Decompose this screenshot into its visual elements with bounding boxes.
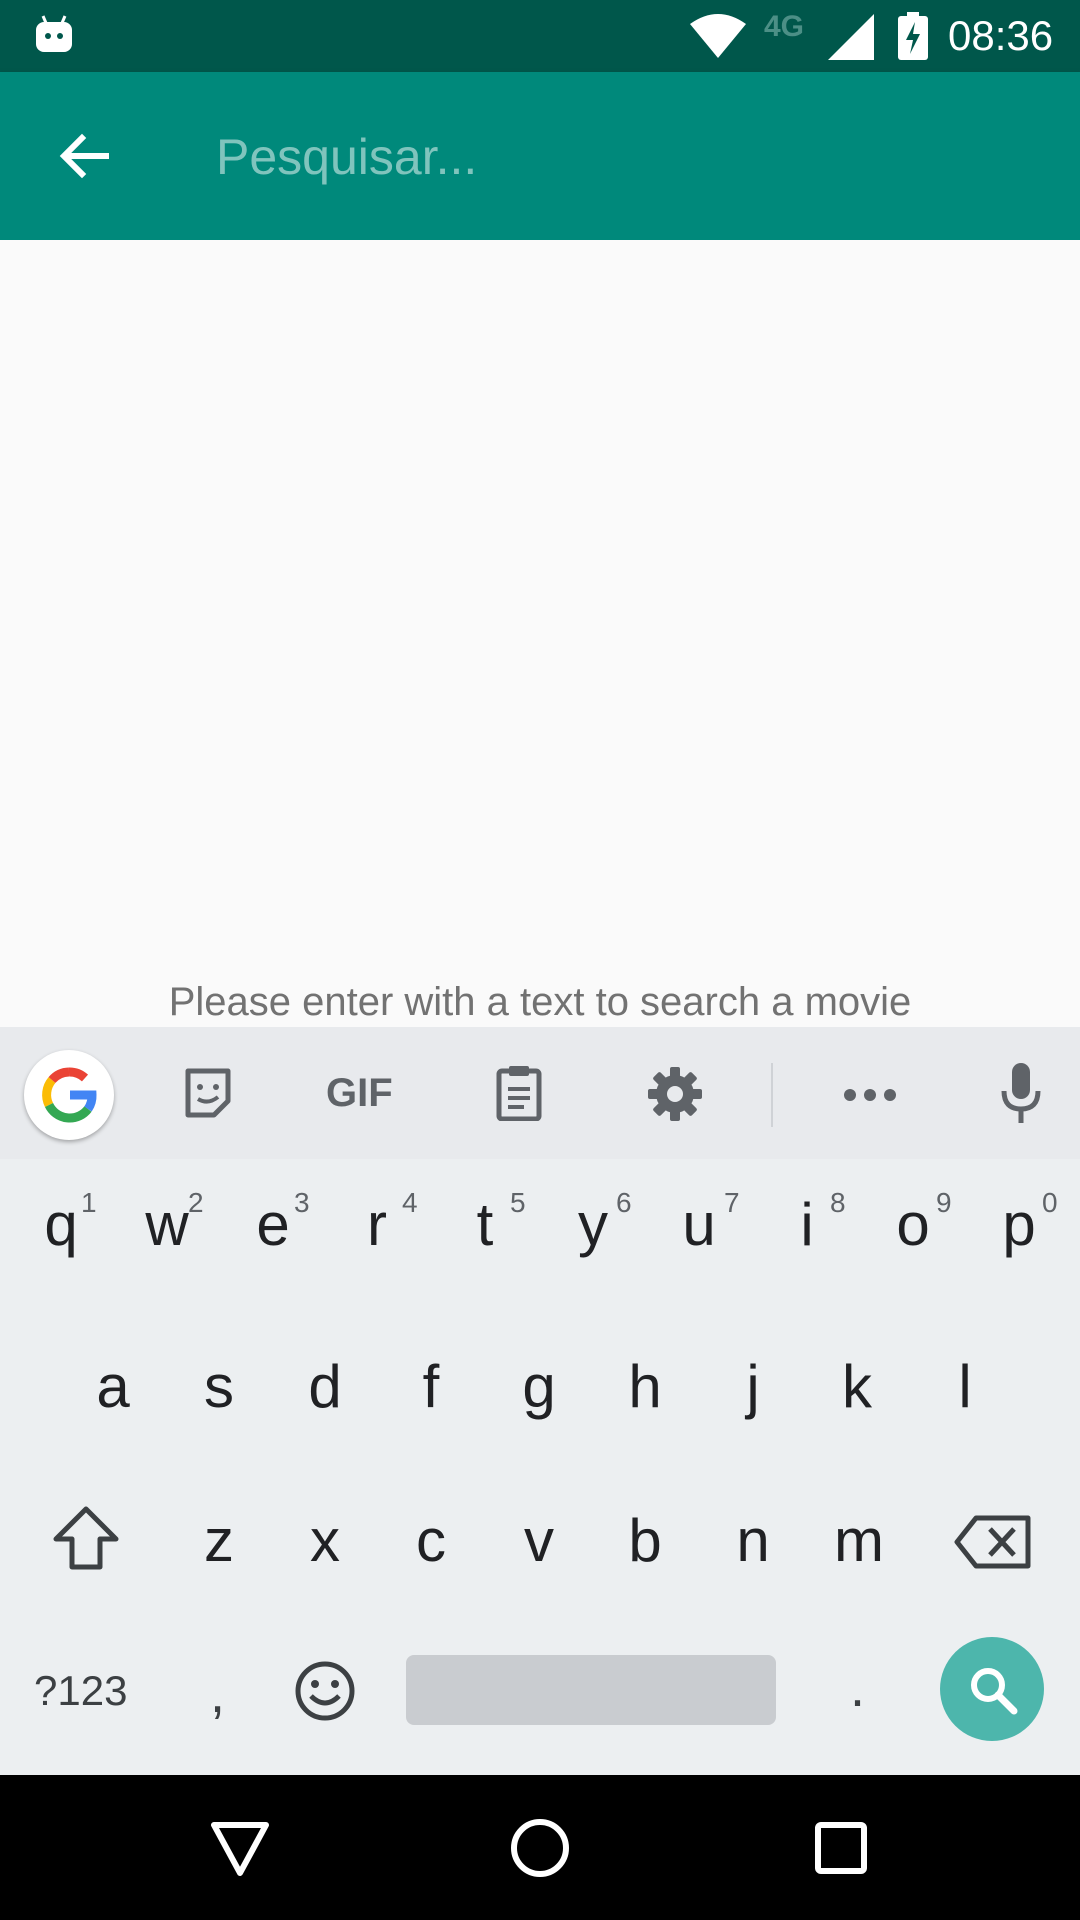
key-e[interactable]: e (220, 1195, 326, 1255)
wifi-icon (690, 14, 746, 58)
clipboard-icon[interactable] (496, 1065, 542, 1121)
navigation-bar (0, 1775, 1080, 1920)
key-z[interactable]: z (166, 1511, 272, 1571)
android-icon (34, 14, 74, 54)
network-type-label: 4G (764, 10, 805, 43)
back-triangle-icon[interactable] (210, 1821, 270, 1877)
emoji-icon[interactable] (294, 1660, 356, 1722)
key-hint: 0 (1042, 1187, 1058, 1218)
key-hint: 6 (616, 1187, 632, 1218)
symbols-key[interactable]: ?123 (34, 1667, 127, 1715)
key-m[interactable]: m (806, 1511, 912, 1571)
period-key[interactable]: . (850, 1657, 865, 1719)
shift-icon[interactable] (52, 1505, 120, 1571)
sticker-icon[interactable] (182, 1067, 234, 1119)
empty-state-message: Please enter with a text to search a mov… (168, 980, 912, 1024)
search-action-button[interactable] (940, 1637, 1044, 1741)
key-j[interactable]: j (700, 1357, 806, 1417)
recents-square-icon[interactable] (814, 1821, 868, 1875)
more-icon[interactable] (844, 1089, 896, 1101)
results-area (0, 240, 1080, 1027)
home-circle-icon[interactable] (510, 1818, 570, 1878)
key-a[interactable]: a (60, 1357, 166, 1417)
space-bar[interactable] (406, 1655, 776, 1725)
key-h[interactable]: h (592, 1357, 698, 1417)
battery-charging-icon (898, 12, 928, 60)
key-x[interactable]: x (272, 1511, 378, 1571)
key-hint: 5 (510, 1187, 526, 1218)
key-g[interactable]: g (486, 1357, 592, 1417)
key-v[interactable]: v (486, 1511, 592, 1571)
status-bar: 4G 08:36 (0, 0, 1080, 72)
key-s[interactable]: s (166, 1357, 272, 1417)
key-hint: 9 (936, 1187, 952, 1218)
key-w[interactable]: w (114, 1195, 220, 1255)
search-input[interactable]: Pesquisar... (216, 128, 1036, 188)
keyboard-toolbar: GIF (0, 1027, 1080, 1159)
keyboard: GIF q 1 w 2 e 3 r 4 t 5 y 6 u 7 i 8 o 9 … (0, 1027, 1080, 1775)
key-b[interactable]: b (592, 1511, 698, 1571)
key-q[interactable]: q (8, 1195, 114, 1255)
arrow-back-icon[interactable] (56, 128, 112, 184)
key-hint: 7 (724, 1187, 740, 1218)
key-hint: 3 (294, 1187, 310, 1218)
signal-icon (828, 14, 874, 60)
app-bar: Pesquisar... (0, 72, 1080, 240)
search-placeholder: Pesquisar... (216, 129, 478, 185)
google-icon[interactable] (24, 1050, 114, 1140)
key-c[interactable]: c (378, 1511, 484, 1571)
backspace-icon[interactable] (954, 1515, 1032, 1569)
key-n[interactable]: n (700, 1511, 806, 1571)
key-l[interactable]: l (912, 1357, 1018, 1417)
key-hint: 4 (402, 1187, 418, 1218)
key-k[interactable]: k (804, 1357, 910, 1417)
gif-button[interactable]: GIF (326, 1071, 393, 1116)
key-d[interactable]: d (272, 1357, 378, 1417)
microphone-icon[interactable] (1000, 1063, 1042, 1125)
key-hint: 2 (188, 1187, 204, 1218)
toolbar-divider (771, 1063, 773, 1127)
search-icon (968, 1665, 1018, 1715)
key-f[interactable]: f (378, 1357, 484, 1417)
clock: 08:36 (948, 12, 1054, 59)
comma-key[interactable]: , (210, 1663, 225, 1725)
key-hint: 8 (830, 1187, 846, 1218)
key-hint: 1 (81, 1187, 97, 1218)
settings-icon[interactable] (648, 1067, 702, 1121)
